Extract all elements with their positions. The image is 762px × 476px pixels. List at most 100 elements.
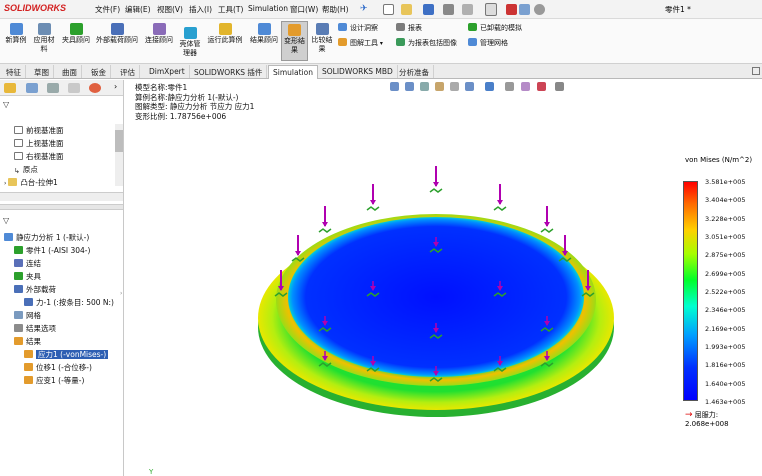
extrude-icon: [8, 178, 18, 186]
tree-item-origin[interactable]: ↳ 原点: [14, 164, 38, 175]
filter-icon[interactable]: ▽: [3, 216, 9, 225]
sim-tree-item[interactable]: 静应力分析 1 (-默认-): [4, 232, 89, 243]
tree-node-icon: [14, 285, 23, 293]
material-icon: [37, 23, 51, 35]
tab-analysis-prep[interactable]: 分析准备: [395, 65, 434, 78]
open-icon[interactable]: [401, 4, 412, 15]
graphics-viewport[interactable]: 模型名称:零件1 算例名称:静应力分析 1(-默认-) 图解类型: 静应力分析 …: [125, 80, 762, 476]
collapse-handle-icon[interactable]: ›: [120, 290, 122, 297]
fixture-marker: [318, 228, 332, 233]
new-document-icon[interactable]: [383, 4, 394, 15]
tree-scrollbar-thumb[interactable]: [115, 130, 123, 152]
stress-plot: [258, 166, 614, 417]
menu-view[interactable]: 视图(V): [157, 4, 183, 15]
compare-icon: [315, 23, 329, 35]
menu-simulation[interactable]: Simulation: [248, 4, 288, 13]
sim-tree-item[interactable]: 位移1 (-合位移-): [24, 362, 92, 373]
legend-title: von Mises (N/m^2): [685, 156, 753, 164]
panel-tab-strip: ›: [0, 80, 123, 96]
menu-file[interactable]: 文件(F): [95, 4, 120, 15]
tree-node-icon: [14, 272, 23, 280]
menu-insert[interactable]: 插入(I): [189, 4, 212, 15]
chevron-right-icon[interactable]: ›: [114, 82, 117, 91]
sim-tree-item[interactable]: 应变1 (-等量-): [24, 375, 84, 386]
tab-sketch[interactable]: 草图: [30, 65, 54, 78]
tab-features[interactable]: 特征: [2, 65, 26, 78]
legend-tick: 2.346e+005: [705, 306, 746, 315]
sim-tree-item[interactable]: 应力1 (-vonMises-): [24, 349, 109, 360]
tab-surfaces[interactable]: 曲面: [58, 65, 82, 78]
plane-icon: [14, 139, 23, 147]
rebuild-icon[interactable]: [506, 4, 517, 15]
manage-network-button[interactable]: 管理网格: [468, 38, 508, 48]
pin-icon[interactable]: ✈: [360, 4, 371, 15]
feature-manager-panel: › ▽ 前视基准面 上视基准面 右视基准面 ↳ 原点 › 凸台-拉伸1 ▽ 静应力…: [0, 80, 124, 476]
include-image-button[interactable]: 为报表包括图像: [396, 38, 457, 48]
tab-sheetmetal[interactable]: 钣金: [87, 65, 111, 78]
new-study-button[interactable]: 新算例: [4, 23, 28, 45]
tree-h-scrollbar[interactable]: [0, 192, 123, 201]
sim-tree-item[interactable]: 结果选项: [14, 323, 56, 334]
tab-simulation[interactable]: Simulation: [268, 65, 318, 79]
tree-node-icon: [14, 337, 23, 345]
legend-tick: 3.404e+005: [705, 196, 746, 205]
load-icon: [110, 23, 124, 35]
menu-edit[interactable]: 编辑(E): [125, 4, 151, 15]
sim-tree-item[interactable]: 力-1 (:按条目: 500 N:): [24, 297, 114, 308]
menu-window[interactable]: 窗口(W): [290, 4, 318, 15]
legend-tick: 1.640e+005: [705, 379, 746, 388]
tab-dimxpert[interactable]: DimXpert: [145, 65, 190, 78]
tree-item-right-plane[interactable]: 右视基准面: [14, 151, 64, 162]
design-insight-button[interactable]: 设计洞察: [338, 23, 378, 33]
sim-tree-item[interactable]: 零件1 (-AISI 304-): [14, 245, 90, 256]
property-manager-tab-icon[interactable]: [26, 83, 38, 93]
legend-tick: 2.522e+005: [705, 288, 746, 296]
tree-scrollbar[interactable]: [115, 124, 123, 186]
plot-tools-button[interactable]: 图解工具 ▾: [338, 38, 383, 48]
fixtures-advisor-button[interactable]: 夹具顾问: [60, 23, 92, 45]
tab-addins[interactable]: SOLIDWORKS 插件: [190, 65, 268, 78]
tab-evaluate[interactable]: 评估: [116, 65, 140, 78]
tab-mbd[interactable]: SOLIDWORKS MBD: [318, 65, 398, 78]
legend-tick: 2.875e+005: [705, 251, 746, 260]
tree-item-top-plane[interactable]: 上视基准面: [14, 138, 64, 149]
deformed-result-button[interactable]: 变形结果: [281, 21, 308, 61]
configuration-manager-tab-icon[interactable]: [47, 83, 59, 93]
undo-icon[interactable]: [462, 4, 473, 15]
expand-icon[interactable]: [752, 67, 760, 75]
compare-results-button[interactable]: 比较结果: [311, 23, 333, 54]
menu-help[interactable]: 帮助(H): [322, 4, 349, 15]
display-manager-tab-icon[interactable]: [89, 83, 101, 93]
plane-icon: [14, 152, 23, 160]
print-icon[interactable]: [443, 4, 454, 15]
apply-material-button[interactable]: 应用材料: [33, 23, 55, 54]
tree-item-boss-extrude[interactable]: › 凸台-拉伸1: [4, 177, 58, 188]
file-properties-icon[interactable]: [519, 4, 530, 15]
connections-advisor-button[interactable]: 连接顾问: [143, 23, 175, 45]
offloaded-simulation-button[interactable]: 已卸载的模拟: [468, 23, 522, 33]
tree-item-front-plane[interactable]: 前视基准面: [14, 125, 64, 136]
run-study-button[interactable]: 运行此算例: [206, 23, 244, 45]
dimxpert-manager-tab-icon[interactable]: [68, 83, 80, 93]
tree-item-label: 力-1 (:按条目: 500 N:): [36, 298, 114, 307]
sim-tree-item[interactable]: 连结: [14, 258, 41, 269]
shell-manager-button[interactable]: 壳体管理器: [177, 27, 203, 58]
sim-tree-item[interactable]: 网格: [14, 310, 41, 321]
new-study-icon: [9, 23, 23, 35]
sim-tree-item[interactable]: 外部载荷: [14, 284, 56, 295]
feature-manager-tab-icon[interactable]: [4, 83, 16, 93]
sim-tree-item[interactable]: 结果: [14, 336, 41, 347]
sim-tree-item[interactable]: 夹具: [14, 271, 41, 282]
tree-node-icon: [24, 363, 33, 371]
results-advisor-button[interactable]: 结果顾问: [248, 23, 280, 45]
options-icon[interactable]: [534, 4, 545, 15]
menu-tools[interactable]: 工具(T): [218, 4, 243, 15]
report-button[interactable]: 报表: [396, 23, 422, 33]
filter-icon[interactable]: ▽: [3, 100, 9, 109]
panel-splitter[interactable]: [0, 204, 123, 210]
plane-icon: [14, 126, 23, 134]
external-loads-button[interactable]: 外部载荷顾问: [95, 23, 139, 45]
connection-icon: [152, 23, 166, 35]
save-icon[interactable]: [423, 4, 434, 15]
select-icon[interactable]: [485, 3, 497, 16]
